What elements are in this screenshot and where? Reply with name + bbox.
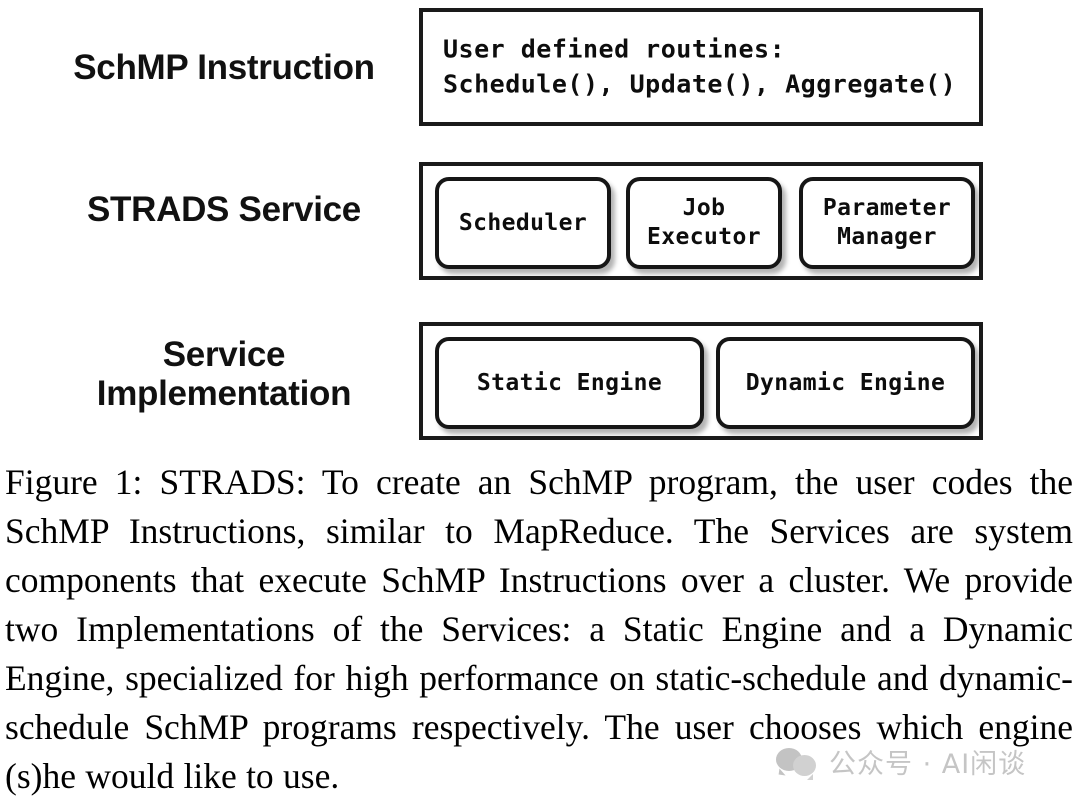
component-scheduler[interactable]: Scheduler: [435, 177, 611, 269]
figure-caption: Figure 1: STRADS: To create an SchMP pro…: [5, 462, 1073, 796]
component-parameter-manager-label: Parameter Manager: [822, 195, 952, 250]
row-label-strads-service: STRADS Service: [87, 190, 361, 229]
row-label-service-implementation: Service Implementation: [96, 335, 352, 414]
component-job-executor[interactable]: Job Executor: [626, 177, 782, 269]
strads-architecture-diagram: SchMP Instruction STRADS Service Service…: [0, 0, 1080, 452]
schmp-instruction-box: User defined routines: Schedule(), Updat…: [419, 8, 983, 126]
component-static-engine[interactable]: Static Engine: [435, 337, 704, 429]
service-implementation-box: Static Engine Dynamic Engine: [419, 322, 983, 440]
strads-service-components: Scheduler Job Executor Parameter Manager: [423, 166, 979, 276]
component-static-engine-label: Static Engine: [476, 369, 663, 396]
component-job-executor-label: Job Executor: [647, 195, 761, 250]
strads-service-box: Scheduler Job Executor Parameter Manager: [419, 162, 983, 280]
component-scheduler-label: Scheduler: [458, 209, 588, 236]
component-dynamic-engine[interactable]: Dynamic Engine: [716, 337, 975, 429]
user-defined-routines-text: User defined routines: Schedule(), Updat…: [443, 34, 957, 99]
row-label-schmp-instruction: SchMP Instruction: [73, 48, 375, 87]
service-implementation-components: Static Engine Dynamic Engine: [423, 326, 979, 436]
component-dynamic-engine-label: Dynamic Engine: [745, 369, 946, 396]
component-parameter-manager[interactable]: Parameter Manager: [799, 177, 975, 269]
